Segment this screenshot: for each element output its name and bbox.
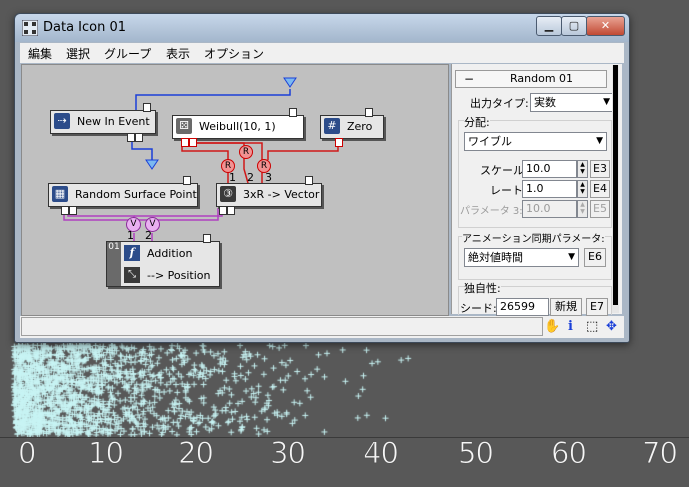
- surface-point-icon: ▦: [52, 186, 68, 202]
- output-port[interactable]: [61, 206, 69, 215]
- config-port[interactable]: [203, 234, 211, 243]
- menu-view[interactable]: 表示: [166, 45, 190, 62]
- node-graph-canvas[interactable]: ⇢ New In Event ⚄ Weibull(10, 1) # Zero R…: [21, 64, 449, 316]
- output-type-label: 出力タイプ:: [470, 97, 529, 110]
- title-bar[interactable]: Data Icon 01 ▁ ▢ ✕: [15, 14, 629, 42]
- output-port[interactable]: [219, 206, 227, 215]
- rollout-title: Random 01: [510, 72, 574, 85]
- output-port[interactable]: [69, 206, 77, 215]
- event-icon: ⇢: [54, 113, 70, 129]
- node-position-label: --> Position: [147, 269, 211, 282]
- app-grid-icon: [22, 20, 38, 36]
- node-zero[interactable]: # Zero: [320, 108, 384, 147]
- axis-tick: 0: [17, 436, 37, 471]
- data-icon-window: Data Icon 01 ▁ ▢ ✕ 編集 選択 グループ 表示 オプション ⇢…: [14, 13, 630, 343]
- distribution-dropdown[interactable]: ワイブル ▼: [464, 132, 607, 151]
- parameter-panel: − Random 01 出力タイプ: 実数 ▼ 分配: ワイブル ▼ スケール: 1…: [451, 64, 622, 316]
- rollout-header[interactable]: − Random 01: [455, 70, 607, 88]
- scroll-thumb[interactable]: [613, 65, 618, 305]
- seed-expose-button[interactable]: E7: [586, 298, 608, 316]
- move-icon[interactable]: ✥: [606, 319, 617, 334]
- menu-edit[interactable]: 編集: [28, 45, 52, 62]
- output-type-dropdown[interactable]: 実数 ▼: [530, 93, 614, 112]
- zoom-region-icon[interactable]: ⬚: [586, 319, 598, 334]
- output-port[interactable]: [189, 138, 197, 147]
- menu-group[interactable]: グループ: [104, 45, 151, 62]
- axis-tick: 10: [88, 436, 125, 471]
- rate-expose-button[interactable]: E4: [590, 180, 610, 198]
- close-button[interactable]: ✕: [586, 16, 625, 36]
- axis-tick: 60: [551, 436, 588, 471]
- dice-icon: ⚄: [176, 118, 192, 134]
- vector-icon: ③: [220, 186, 236, 202]
- status-bar: ✋ i ⬚ ✥: [20, 316, 624, 338]
- output-port[interactable]: [335, 138, 343, 147]
- seed-label: シード:: [460, 302, 497, 315]
- axis-tick: 20: [178, 436, 215, 471]
- axis-tick: 40: [363, 436, 400, 471]
- rate-spinner[interactable]: ▲ ▼: [577, 180, 588, 198]
- anim-sync-expose-button[interactable]: E6: [584, 248, 606, 267]
- hand-pan-icon[interactable]: ✋: [544, 319, 560, 334]
- scale-expose-button[interactable]: E3: [590, 160, 610, 178]
- seed-field[interactable]: 26599: [496, 298, 549, 316]
- function-icon: f: [124, 245, 140, 261]
- output-port[interactable]: [181, 138, 189, 147]
- config-port[interactable]: [289, 108, 297, 117]
- collapse-icon: −: [464, 72, 475, 86]
- config-port[interactable]: [305, 176, 313, 185]
- maximize-button[interactable]: ▢: [561, 16, 587, 36]
- menu-select[interactable]: 選択: [66, 45, 90, 62]
- config-port[interactable]: [143, 103, 151, 112]
- node-new-in-event[interactable]: ⇢ New In Event: [50, 103, 156, 142]
- param3-expose-button: E5: [590, 200, 610, 218]
- anim-sync-dropdown[interactable]: 絶対値時間 ▼: [464, 248, 579, 267]
- window-title: Data Icon 01: [43, 20, 127, 35]
- rate-field[interactable]: 1.0: [522, 180, 577, 198]
- output-port[interactable]: [127, 133, 135, 142]
- scale-field[interactable]: 10.0: [522, 160, 577, 178]
- distribution-label: 分配:: [464, 114, 490, 130]
- node-index-strip: 01: [107, 242, 121, 286]
- panel-scrollbar[interactable]: [612, 65, 619, 313]
- new-seed-button[interactable]: 新規: [550, 298, 582, 316]
- scale-spinner[interactable]: ▲ ▼: [577, 160, 588, 178]
- uniqueness-label: 独自性:: [464, 280, 501, 296]
- node-weibull[interactable]: ⚄ Weibull(10, 1): [172, 108, 304, 147]
- axis-tick: 50: [458, 436, 495, 471]
- hash-icon: #: [324, 118, 340, 134]
- config-port[interactable]: [183, 176, 191, 185]
- status-field: [21, 317, 543, 336]
- r-connector[interactable]: R: [239, 145, 253, 159]
- param3-spinner: ▲ ▼: [577, 200, 588, 218]
- axis-tick: 30: [270, 436, 307, 471]
- node-random-surface-point[interactable]: ▦ Random Surface Point: [48, 176, 198, 215]
- position-icon: ⤡: [124, 267, 140, 283]
- node-addition-position[interactable]: 01 1 2 f Addition ⤡ --> Position: [106, 229, 220, 287]
- node-vector[interactable]: ③ 3xR -> Vector 1 2 3: [216, 171, 322, 215]
- anim-sync-label: アニメーション同期パラメータ:: [462, 230, 605, 245]
- output-port[interactable]: [135, 133, 143, 142]
- menu-bar: 編集 選択 グループ 表示 オプション: [20, 43, 624, 63]
- output-port[interactable]: [227, 206, 235, 215]
- config-port[interactable]: [365, 108, 373, 117]
- minimize-button[interactable]: ▁: [536, 16, 562, 36]
- chevron-down-icon: ▼: [596, 136, 603, 146]
- param3-label: パラメータ 3:: [460, 206, 523, 217]
- param3-field: 10.0: [522, 200, 577, 218]
- chevron-down-icon: ▼: [568, 252, 575, 262]
- scale-label: スケール:: [480, 164, 528, 177]
- info-icon[interactable]: i: [568, 319, 573, 334]
- menu-options[interactable]: オプション: [204, 45, 264, 62]
- axis-tick: 70: [642, 436, 679, 471]
- chevron-down-icon: ▼: [603, 97, 610, 107]
- node-addition-label: Addition: [147, 247, 193, 260]
